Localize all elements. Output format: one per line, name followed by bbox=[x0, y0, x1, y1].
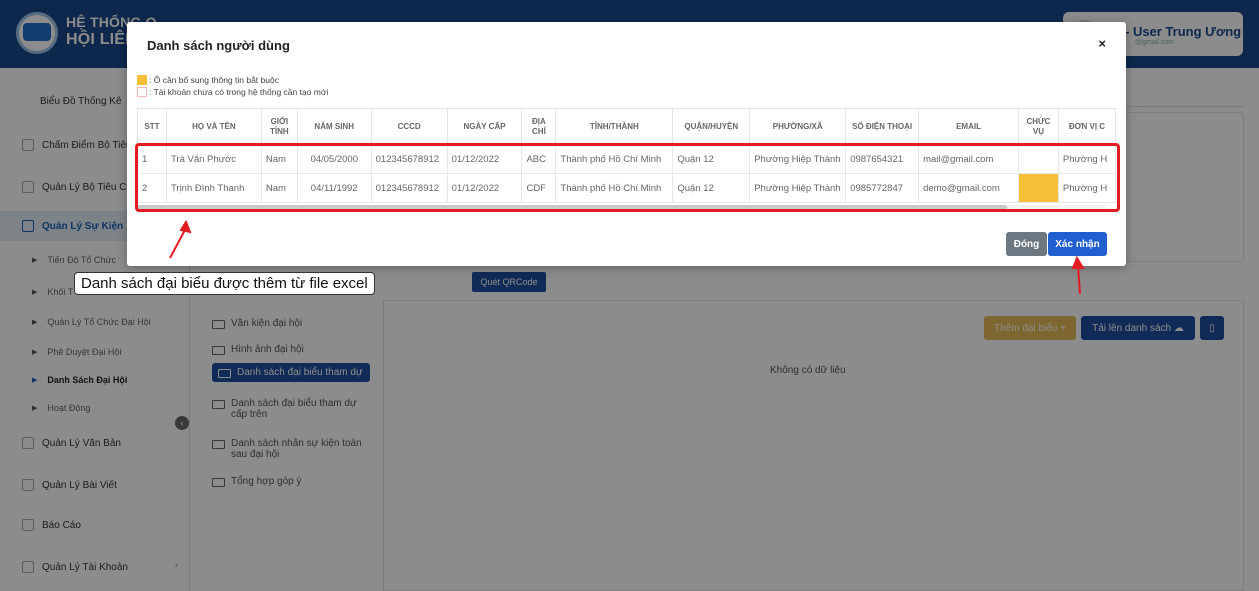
legend-required-text: : Ô cần bổ sung thông tin bắt buộc bbox=[149, 75, 279, 85]
col-header: EMAIL bbox=[918, 108, 1019, 145]
col-header: CHỨC VỤ bbox=[1017, 108, 1059, 145]
col-header: STT bbox=[137, 108, 167, 145]
legend-new-account-text: : Tài khoản chưa có trong hệ thống cần t… bbox=[149, 87, 329, 97]
col-header: NGÀY CẤP bbox=[446, 108, 523, 145]
close-icon[interactable]: × bbox=[1098, 36, 1106, 51]
col-header: TỈNH/THÀNH bbox=[555, 108, 674, 145]
col-header: SỐ ĐIỆN THOẠI bbox=[845, 108, 920, 145]
annotation-highlight-box bbox=[135, 143, 1120, 212]
col-header: GIỚI TÍNH bbox=[260, 108, 298, 145]
col-header: NĂM SINH bbox=[296, 108, 372, 145]
col-header: HỌ VÀ TÊN bbox=[165, 108, 262, 145]
required-swatch bbox=[137, 75, 147, 85]
close-button[interactable]: Đóng bbox=[1006, 232, 1047, 256]
col-header: CCCD bbox=[370, 108, 448, 145]
col-header: ĐƠN VỊ C bbox=[1057, 108, 1116, 145]
legend: : Ô cần bổ sung thông tin bắt buộc : Tài… bbox=[137, 74, 328, 98]
annotation-label: Danh sách đại biểu được thêm từ file exc… bbox=[74, 272, 375, 295]
confirm-button[interactable]: Xác nhận bbox=[1048, 232, 1107, 256]
col-header: PHƯỜNG/XÃ bbox=[749, 108, 847, 145]
table-header-row: STT HỌ VÀ TÊN GIỚI TÍNH NĂM SINH CCCD NG… bbox=[137, 108, 1116, 145]
modal-title: Danh sách người dùng bbox=[147, 38, 290, 53]
col-header: ĐỊA CHỈ bbox=[521, 108, 557, 145]
col-header: QUẬN/HUYỆN bbox=[672, 108, 751, 145]
new-account-swatch bbox=[137, 87, 147, 97]
